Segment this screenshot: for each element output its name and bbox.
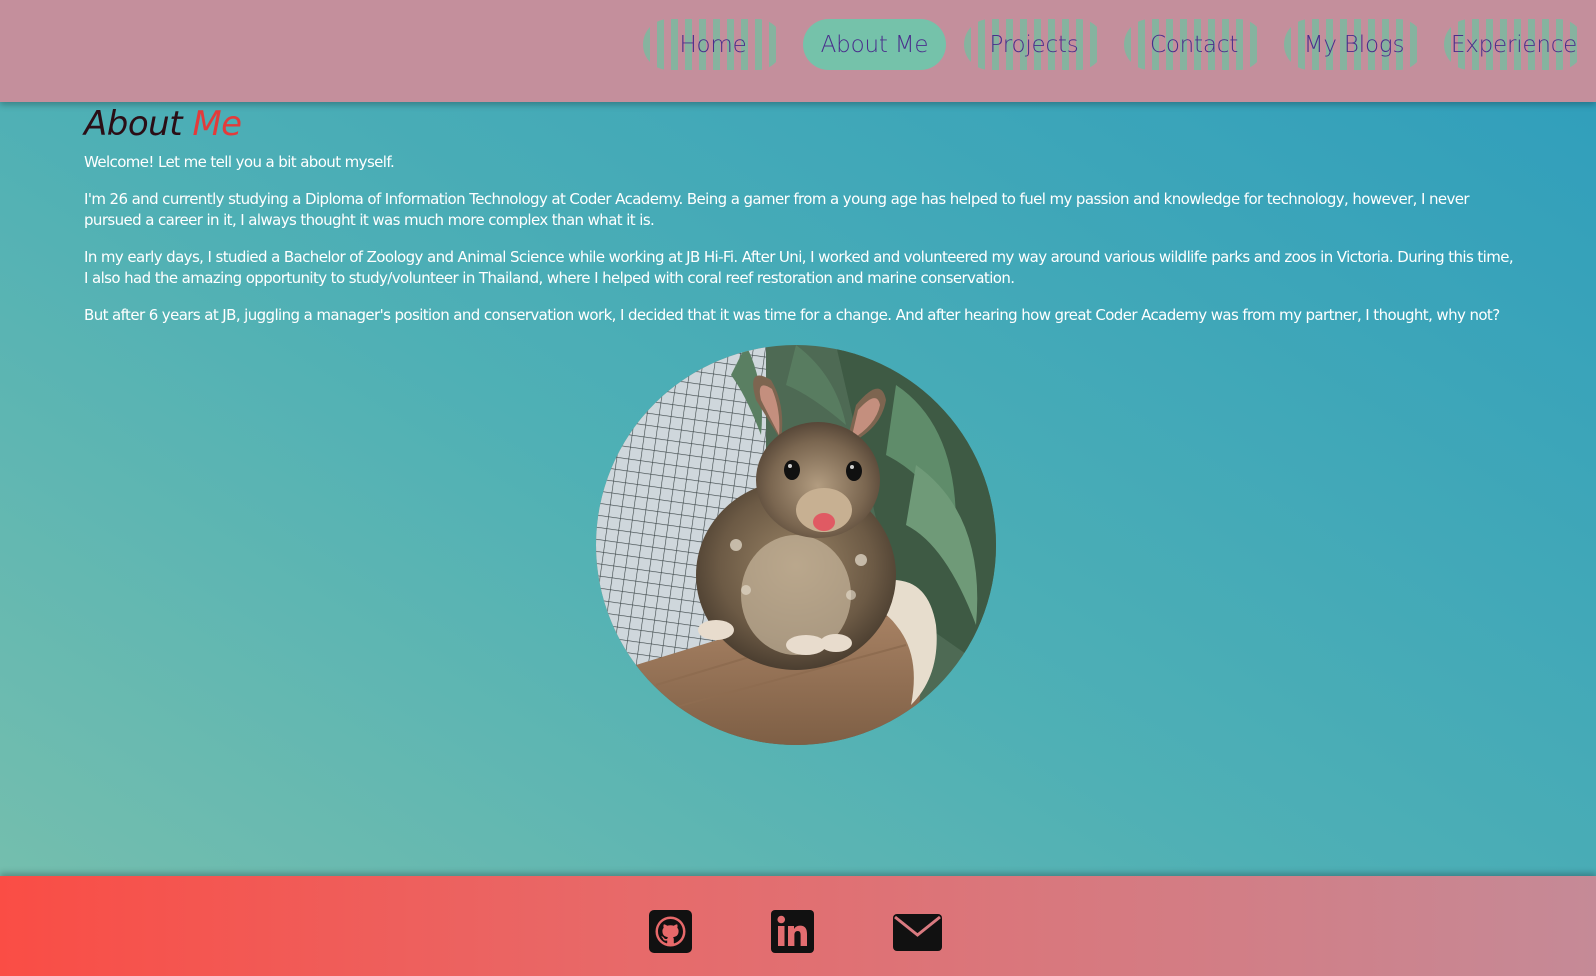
nav-experience[interactable]: Experience — [1444, 19, 1584, 70]
nav-contact[interactable]: Contact — [1124, 19, 1264, 70]
about-paragraph-2: I'm 26 and currently studying a Diploma … — [84, 190, 1470, 229]
linkedin-icon — [771, 910, 814, 953]
page-title-part1: About — [84, 104, 183, 144]
github-icon — [649, 910, 692, 953]
nav-about-me[interactable]: About Me — [803, 19, 946, 70]
profile-photo — [596, 345, 996, 745]
about-paragraph-4: But after 6 years at JB, juggling a mana… — [84, 306, 1500, 324]
page-title: About Me — [84, 104, 242, 144]
nav-my-blogs-label: My Blogs — [1303, 31, 1405, 58]
site-header: Home About Me Projects Contact My Blogs … — [0, 0, 1596, 102]
email-link[interactable] — [893, 914, 942, 955]
email-icon — [893, 914, 942, 951]
nav-projects[interactable]: Projects — [964, 19, 1104, 70]
nav-experience-label: Experience — [1450, 31, 1578, 58]
nav-home-label: Home — [679, 31, 747, 58]
main-content: About Me Welcome! Let me tell you a bit … — [0, 102, 1596, 876]
github-link[interactable] — [649, 910, 692, 957]
about-paragraph-1: Welcome! Let me tell you a bit about mys… — [84, 153, 395, 171]
site-footer — [0, 876, 1596, 976]
quoll-photo-illustration — [596, 345, 996, 745]
linkedin-link[interactable] — [771, 910, 814, 957]
about-text: Welcome! Let me tell you a bit about mys… — [84, 152, 1514, 342]
page-title-part2: Me — [192, 104, 242, 144]
nav-about-me-label: About Me — [820, 31, 929, 58]
nav-contact-label: Contact — [1149, 31, 1239, 58]
about-paragraph-3: In my early days, I studied a Bachelor o… — [84, 248, 1514, 287]
nav-projects-label: Projects — [989, 31, 1079, 58]
nav-my-blogs[interactable]: My Blogs — [1284, 19, 1424, 70]
nav-home[interactable]: Home — [643, 19, 783, 70]
